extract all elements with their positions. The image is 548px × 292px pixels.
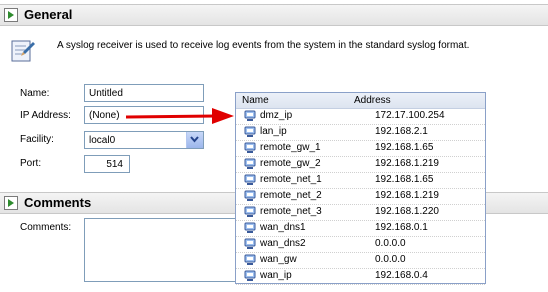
dropdown-row[interactable]: remote_gw_1 192.168.1.65 xyxy=(236,140,485,157)
dropdown-row[interactable]: dmz_ip 172.17.100.254 xyxy=(236,108,485,125)
dropdown-row-name: lan_ip xyxy=(260,126,287,137)
column-header-name: Name xyxy=(242,95,269,106)
dropdown-row-name: remote_net_1 xyxy=(260,174,322,185)
network-object-icon xyxy=(244,270,256,281)
dropdown-row-address: 0.0.0.0 xyxy=(375,254,406,265)
dropdown-row[interactable]: wan_ip 192.168.0.4 xyxy=(236,268,485,285)
name-label: Name: xyxy=(20,88,50,99)
dropdown-row-name: wan_ip xyxy=(260,270,292,281)
ip-address-dropdown-list[interactable]: Name Address dmz_ip 172.17.100.254 lan_ip 1… xyxy=(235,92,486,285)
dropdown-row-address: 192.168.0.1 xyxy=(375,222,428,233)
annotation-arrow-icon xyxy=(125,108,234,124)
comments-label: Comments: xyxy=(20,222,72,233)
dropdown-row[interactable]: lan_ip 192.168.2.1 xyxy=(236,124,485,141)
facility-dropdown-button[interactable] xyxy=(186,132,203,148)
name-input[interactable]: Untitled xyxy=(84,84,204,102)
facility-value: local0 xyxy=(89,135,116,146)
dropdown-row[interactable]: remote_gw_2 192.168.1.219 xyxy=(236,156,485,173)
dropdown-row-address: 192.168.0.4 xyxy=(375,270,428,281)
dropdown-row[interactable]: remote_net_1 192.168.1.65 xyxy=(236,172,485,189)
general-section-title: General xyxy=(24,7,73,22)
network-object-icon xyxy=(244,190,256,201)
dropdown-row-address: 192.168.1.219 xyxy=(375,158,439,169)
network-object-icon xyxy=(244,142,256,153)
section-arrow-icon xyxy=(4,8,18,22)
network-object-icon xyxy=(244,174,256,185)
facility-label: Facility: xyxy=(20,134,54,145)
network-object-icon xyxy=(244,206,256,217)
comments-section-title: Comments xyxy=(24,195,92,210)
dropdown-row[interactable]: remote_net_3 192.168.1.220 xyxy=(236,204,485,221)
port-input[interactable]: 514 xyxy=(84,155,130,173)
port-label: Port: xyxy=(20,158,42,169)
column-header-address: Address xyxy=(354,95,391,106)
dropdown-row-name: remote_gw_2 xyxy=(260,158,321,169)
dropdown-row-name: wan_dns2 xyxy=(260,238,306,249)
dropdown-row[interactable]: remote_net_2 192.168.1.219 xyxy=(236,188,485,205)
dropdown-row-name: wan_dns1 xyxy=(260,222,306,233)
dropdown-row[interactable]: wan_dns1 192.168.0.1 xyxy=(236,220,485,237)
dropdown-row-address: 192.168.2.1 xyxy=(375,126,428,137)
facility-select[interactable]: local0 xyxy=(84,131,204,149)
dropdown-row-address: 0.0.0.0 xyxy=(375,238,406,249)
general-section-header[interactable]: General xyxy=(0,4,548,26)
general-info-text: A syslog receiver is used to receive log… xyxy=(57,40,470,51)
dropdown-row-name: wan_gw xyxy=(260,254,297,265)
dropdown-row-name: remote_net_3 xyxy=(260,206,322,217)
dropdown-row-name: remote_gw_1 xyxy=(260,142,321,153)
dropdown-row-address: 172.17.100.254 xyxy=(375,110,445,121)
network-object-icon xyxy=(244,158,256,169)
network-object-icon xyxy=(244,222,256,233)
syslog-receiver-icon xyxy=(11,40,35,62)
dropdown-row-address: 192.168.1.220 xyxy=(375,206,439,217)
dropdown-row-name: remote_net_2 xyxy=(260,190,322,201)
network-object-icon xyxy=(244,110,256,121)
dropdown-row[interactable]: wan_gw 0.0.0.0 xyxy=(236,252,485,269)
dropdown-row-address: 192.168.1.65 xyxy=(375,174,434,185)
ip-address-label: IP Address: xyxy=(20,110,71,121)
network-object-icon xyxy=(244,126,256,137)
section-arrow-icon xyxy=(4,196,18,210)
ip-address-value: (None) xyxy=(89,110,120,121)
dropdown-row[interactable]: wan_dns2 0.0.0.0 xyxy=(236,236,485,253)
dropdown-row-address: 192.168.1.65 xyxy=(375,142,434,153)
network-object-icon xyxy=(244,238,256,249)
network-object-icon xyxy=(244,254,256,265)
dropdown-row-address: 192.168.1.219 xyxy=(375,190,439,201)
dropdown-row-name: dmz_ip xyxy=(260,110,293,121)
dropdown-header: Name Address xyxy=(236,93,485,109)
chevron-down-icon xyxy=(190,136,199,143)
